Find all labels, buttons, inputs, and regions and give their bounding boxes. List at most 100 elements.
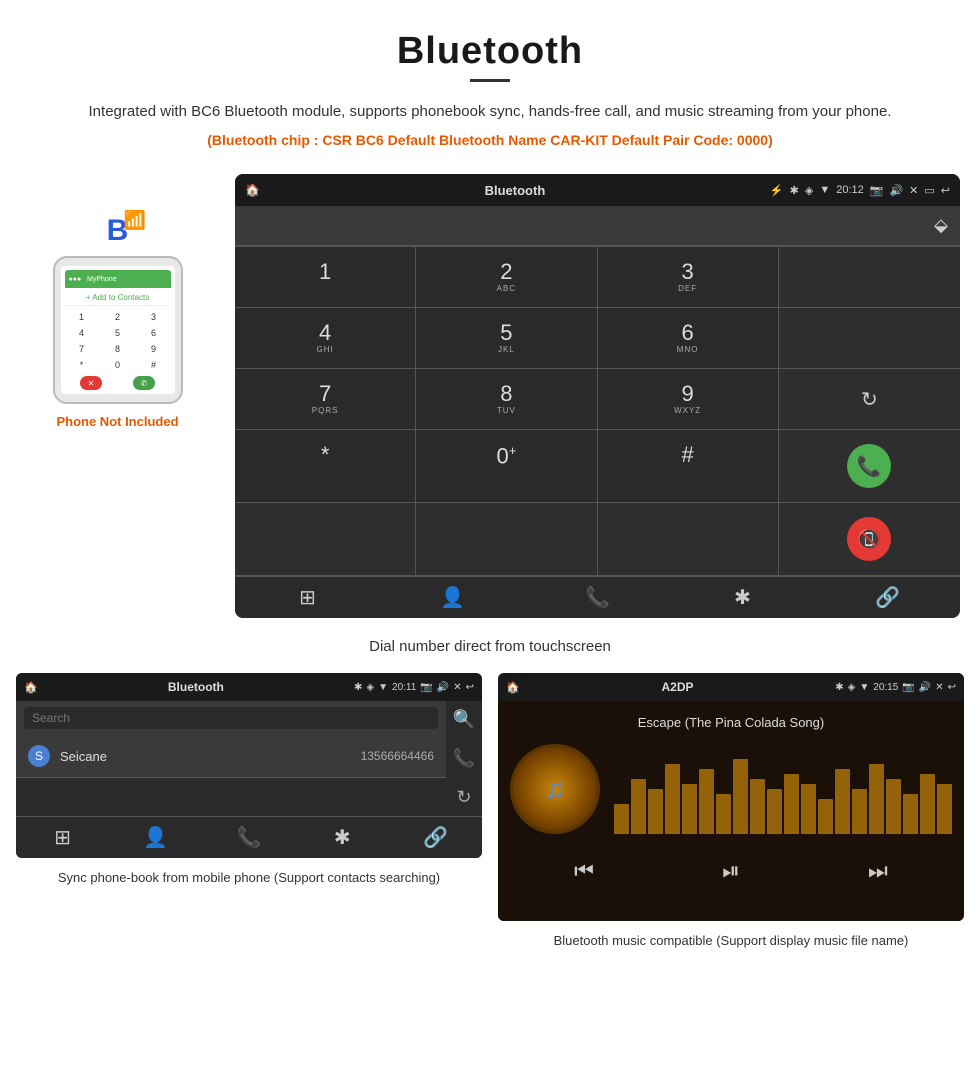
music-statusbar-left: 🏠 (506, 681, 520, 694)
phone-keypad: 1 2 3 4 5 6 7 8 9 * 0 # (65, 310, 171, 372)
dial-key-9[interactable]: 9 WXYZ (598, 369, 779, 430)
key-main-hash: # (606, 444, 770, 466)
key-main-8: 8 (424, 383, 588, 405)
key-sub-9: WXYZ (606, 406, 770, 415)
music-time: 20:15 (873, 682, 898, 693)
key-sub-5: JKL (424, 345, 588, 354)
wifi-signal-icon: 📶 (124, 210, 146, 231)
dial-key-7[interactable]: 7 PQRS (235, 369, 416, 430)
music-caption: Bluetooth music compatible (Support disp… (554, 931, 909, 951)
dial-refresh-cell[interactable]: ↻ (779, 369, 960, 430)
close-icon: ✕ (909, 184, 918, 197)
time-display: 20:12 (836, 184, 864, 196)
dial-key-hash[interactable]: # (598, 430, 779, 503)
phone-key-8: 8 (101, 342, 135, 356)
dial-statusbar: 🏠 Bluetooth ⚡ ✱ ◈ ▼ 20:12 📷 🔊 ✕ ▭ ↩ (235, 174, 960, 206)
phone-key-7: 7 (65, 342, 99, 356)
phone-key-9: 9 (137, 342, 171, 356)
phonebook-main-content: S Seicane 13566664466 (16, 701, 446, 816)
page-subtitle: Integrated with BC6 Bluetooth module, su… (60, 100, 920, 124)
title-underline (470, 79, 510, 82)
pb-search-input[interactable] (24, 707, 438, 729)
key-main-4: 4 (243, 322, 407, 344)
call-green-button[interactable]: 📞 (847, 444, 891, 488)
dial-key-5[interactable]: 5 JKL (416, 308, 597, 369)
nav-link-icon[interactable]: 🔗 (815, 585, 960, 610)
nav-contacts-icon[interactable]: 👤 (380, 585, 525, 610)
music-note-icon: ♫ (545, 773, 566, 805)
next-track-button[interactable]: ⏭ (868, 858, 888, 884)
pb-contact-number: 13566664466 (361, 749, 434, 763)
phone-end-button[interactable]: ✕ (80, 376, 102, 390)
music-equalizer (614, 744, 952, 834)
pb-refresh-icon[interactable]: ↻ (456, 787, 471, 808)
bottom-row: 🏠 Bluetooth ✱ ◈ ▼ 20:11 📷 🔊 ✕ ↩ (0, 673, 980, 951)
nav-apps-icon[interactable]: ⊞ (235, 585, 380, 610)
music-back-icon: ↩ (948, 682, 956, 693)
prev-track-button[interactable]: ⏮ (574, 858, 594, 884)
phone-end-icon: 📵 (857, 527, 882, 552)
dial-key-8[interactable]: 8 TUV (416, 369, 597, 430)
backspace-button[interactable]: ⬙ (934, 215, 948, 236)
statusbar-center: Bluetooth (485, 183, 546, 198)
key-main-0: 0+ (424, 444, 588, 467)
music-album-art: ♫ (510, 744, 600, 834)
pb-nav-bluetooth[interactable]: ✱ (296, 825, 389, 850)
phone-action-row: ✕ ✆ (65, 376, 171, 390)
key-sub-8: TUV (424, 406, 588, 415)
dial-call-red-cell[interactable]: 📵 (779, 503, 960, 576)
pb-nav-apps[interactable]: ⊞ (16, 825, 109, 850)
key-sub-7: PQRS (243, 406, 407, 415)
phone-key-2: 2 (101, 310, 135, 324)
phone-call-button[interactable]: ✆ (133, 376, 155, 390)
key-sub-6: MNO (606, 345, 770, 354)
bluetooth-specs: (Bluetooth chip : CSR BC6 Default Blueto… (60, 132, 920, 148)
dial-key-3[interactable]: 3 DEF (598, 247, 779, 308)
page-title: Bluetooth (60, 30, 920, 73)
phone-key-0: 0 (101, 358, 135, 372)
pb-back-icon: ↩ (466, 682, 474, 693)
pb-call-icon[interactable]: 📞 (453, 748, 475, 769)
pb-contact-row[interactable]: S Seicane 13566664466 (16, 735, 446, 778)
phone-screen: ●●● MyPhone + Add to Contacts 1 2 3 4 5 … (61, 266, 175, 394)
camera-icon: 📷 (870, 184, 884, 197)
key-main-3: 3 (606, 261, 770, 283)
pb-nav-phone[interactable]: 📞 (202, 825, 295, 850)
dial-key-6[interactable]: 6 MNO (598, 308, 779, 369)
pb-search-icon[interactable]: 🔍 (453, 709, 475, 730)
pb-home-icon: 🏠 (24, 681, 38, 694)
main-content: B 📶 ●●● MyPhone + Add to Contacts 1 2 3 … (0, 174, 980, 618)
usb-icon: ⚡ (770, 184, 784, 197)
pb-nav-contacts[interactable]: 👤 (109, 825, 202, 850)
music-location-icon: ◈ (848, 682, 856, 693)
dial-call-green-cell[interactable]: 📞 (779, 430, 960, 503)
dial-caption: Dial number direct from touchscreen (0, 628, 980, 673)
dial-empty-1 (779, 247, 960, 308)
phonebook-screen: 🏠 Bluetooth ✱ ◈ ▼ 20:11 📷 🔊 ✕ ↩ (16, 673, 482, 858)
pb-signal-icon: ▼ (378, 682, 388, 693)
music-signal-icon: ▼ (859, 682, 869, 693)
nav-bluetooth-icon[interactable]: ✱ (670, 585, 815, 610)
key-main-star: * (243, 444, 407, 466)
key-main-2: 2 (424, 261, 588, 283)
pb-location-icon: ◈ (366, 682, 374, 693)
music-song-title: Escape (The Pina Colada Song) (638, 715, 824, 730)
key-main-1: 1 (243, 261, 407, 283)
dial-key-star[interactable]: * (235, 430, 416, 503)
phone-screen-header-text: ●●● MyPhone (69, 276, 117, 283)
play-pause-button[interactable]: ⏯ (722, 858, 740, 884)
key-sub-4: GHI (243, 345, 407, 354)
phone-add-contact-label: + Add to Contacts (65, 290, 171, 306)
music-camera-icon: 📷 (902, 682, 914, 693)
pb-search-row (16, 701, 446, 735)
dial-key-4[interactable]: 4 GHI (235, 308, 416, 369)
pb-bt-icon: ✱ (354, 682, 362, 693)
call-end-button[interactable]: 📵 (847, 517, 891, 561)
dial-key-1[interactable]: 1 (235, 247, 416, 308)
phone-call-icon: 📞 (857, 454, 882, 479)
dial-key-0[interactable]: 0+ (416, 430, 597, 503)
phone-key-star: * (65, 358, 99, 372)
dial-key-2[interactable]: 2 ABC (416, 247, 597, 308)
nav-phone-icon[interactable]: 📞 (525, 585, 670, 610)
pb-nav-link[interactable]: 🔗 (389, 825, 482, 850)
